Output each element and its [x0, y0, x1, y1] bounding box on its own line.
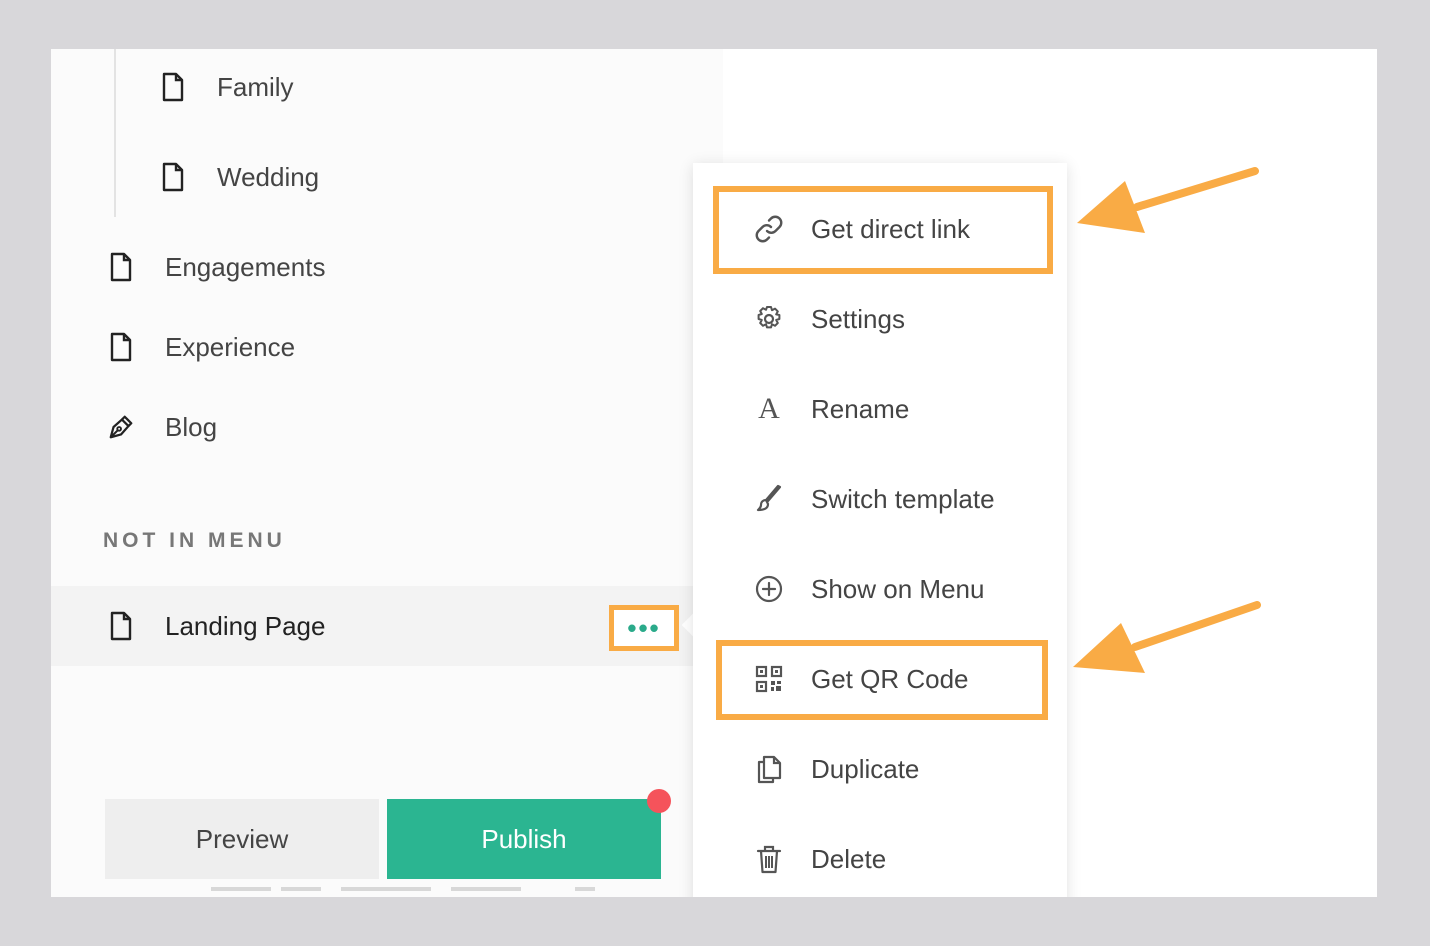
sidebar-item-engagements[interactable]: Engagements [107, 242, 325, 292]
cut-off-checkbox [575, 887, 595, 891]
preview-button[interactable]: Preview [105, 799, 379, 879]
trash-icon [753, 843, 785, 875]
sidebar-item-label: Family [217, 71, 294, 102]
rename-icon: A [758, 392, 780, 425]
sidebar-item-label: Experience [165, 331, 296, 362]
menu-item-get-direct-link[interactable]: Get direct link [693, 199, 1067, 259]
sidebar-item-label: Wedding [217, 161, 320, 192]
annotation-arrow-direct-link [1077, 167, 1259, 233]
tree-connector-line [114, 49, 116, 217]
page-icon [107, 251, 135, 283]
publish-button[interactable]: Publish [387, 799, 661, 879]
menu-item-label: Duplicate [811, 753, 920, 784]
page-icon [159, 161, 187, 193]
not-in-menu-heading: NOT IN MENU [103, 529, 286, 552]
more-options-button[interactable]: ••• [609, 605, 679, 651]
cut-off-text [451, 887, 521, 891]
menu-item-label: Get direct link [811, 213, 970, 244]
landing-page-row-content[interactable]: Landing Page [107, 601, 325, 651]
menu-item-delete[interactable]: Delete [693, 829, 1067, 889]
menu-item-duplicate[interactable]: Duplicate [693, 739, 1067, 799]
pages-sidebar: Family Wedding Engagements Experience Bl [51, 49, 723, 897]
qr-code-icon [753, 663, 785, 695]
menu-item-show-on-menu[interactable]: Show on Menu [693, 559, 1067, 619]
link-icon [753, 213, 785, 245]
sidebar-item-label: Blog [165, 411, 218, 442]
menu-item-switch-template[interactable]: Switch template [693, 469, 1067, 529]
menu-item-label: Get QR Code [811, 663, 969, 694]
menu-item-label: Settings [811, 303, 905, 334]
menu-item-label: Rename [811, 393, 910, 424]
sidebar-item-experience[interactable]: Experience [107, 322, 295, 372]
sidebar-item-label: Engagements [165, 251, 326, 282]
pen-icon [107, 411, 135, 443]
menu-item-rename[interactable]: A Rename [693, 379, 1067, 439]
notification-dot [647, 789, 671, 813]
sidebar-item-label: Landing Page [165, 610, 326, 641]
menu-item-get-qr-code[interactable]: Get QR Code [693, 649, 1067, 709]
sidebar-item-family[interactable]: Family [159, 62, 294, 112]
menu-item-settings[interactable]: Settings [693, 289, 1067, 349]
page-icon [107, 610, 135, 642]
cut-off-text [211, 887, 271, 891]
brush-icon [753, 483, 785, 515]
page-context-menu: Get direct link Settings A Rename Switch… [693, 163, 1067, 897]
page-icon [159, 71, 187, 103]
menu-item-label: Delete [811, 843, 887, 874]
cut-off-text [281, 887, 321, 891]
pages-panel: Family Wedding Engagements Experience Bl [51, 49, 1377, 897]
annotation-arrow-qr-code [1073, 601, 1261, 673]
sidebar-item-blog[interactable]: Blog [107, 402, 217, 452]
menu-item-label: Switch template [811, 483, 995, 514]
gear-icon [753, 303, 785, 335]
duplicate-icon [753, 753, 785, 785]
cut-off-text [341, 887, 431, 891]
plus-circle-icon [753, 573, 785, 605]
page-icon [107, 331, 135, 363]
menu-item-label: Show on Menu [811, 573, 985, 604]
sidebar-item-wedding[interactable]: Wedding [159, 152, 319, 202]
